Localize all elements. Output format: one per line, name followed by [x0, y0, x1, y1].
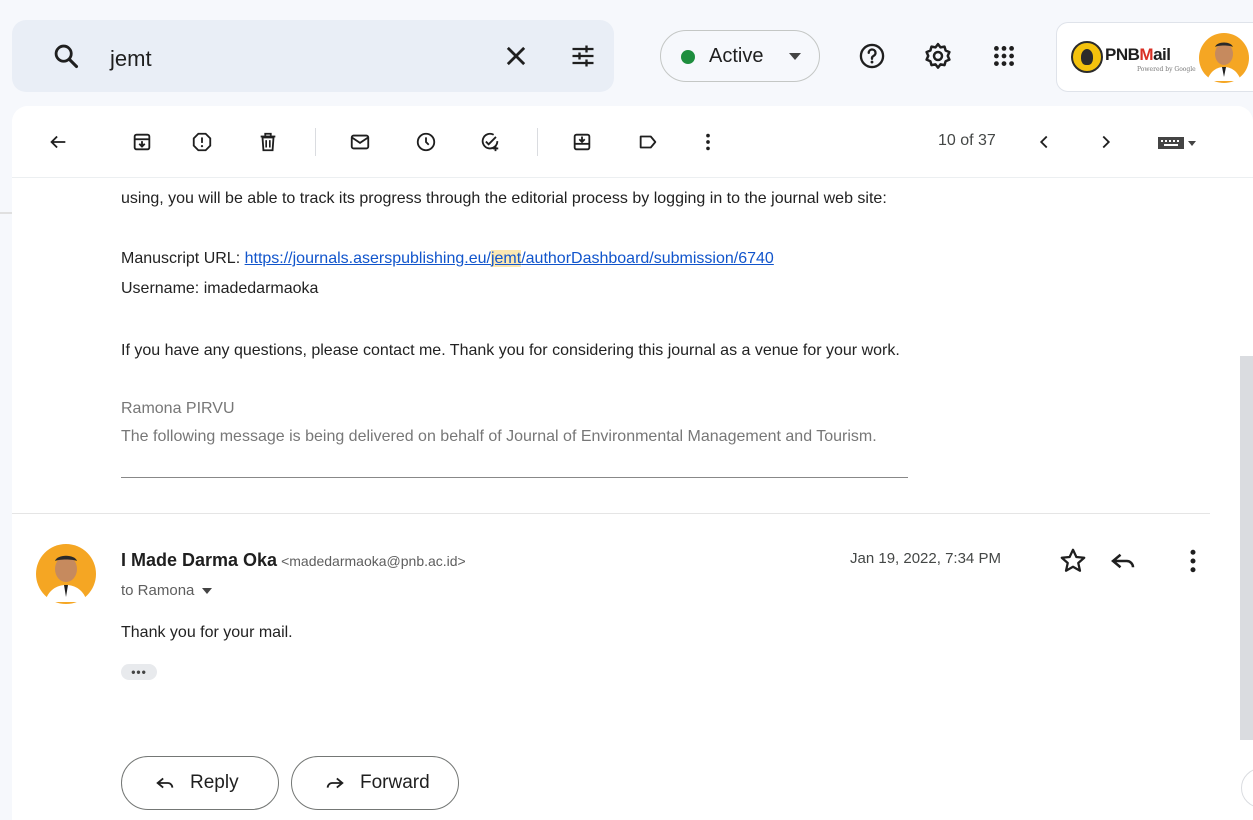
mail-icon	[350, 134, 370, 150]
apps-icon	[994, 46, 1014, 66]
chevron-down-icon	[202, 588, 213, 595]
message-date: Jan 19, 2022, 7:34 PM	[850, 550, 1001, 567]
conversation-view: using, you will be able to track its pro…	[12, 178, 1253, 820]
status-dropdown[interactable]: Active	[660, 30, 820, 82]
newer-button[interactable]	[1028, 126, 1060, 158]
search-input[interactable]: jemt	[110, 46, 152, 72]
search-icon[interactable]	[52, 42, 80, 70]
clock-icon	[416, 132, 436, 152]
help-button[interactable]	[852, 36, 892, 76]
reply-icon	[156, 777, 174, 789]
input-tools-button[interactable]	[1152, 126, 1202, 158]
reply-body: Thank you for your mail.	[121, 624, 293, 641]
reply-button[interactable]: Reply	[121, 756, 279, 810]
settings-icon	[925, 42, 951, 69]
username-line: Username: imadedarmaoka	[121, 280, 319, 297]
arrow-left-icon	[50, 135, 66, 149]
message-panel: 10 of 37 using, you will be able to trac…	[12, 106, 1253, 820]
sender-name: I Made Darma Oka <madedarmaoka@pnb.ac.id>	[121, 550, 466, 570]
forward-button-label: Forward	[360, 772, 430, 793]
star-icon[interactable]	[1058, 546, 1088, 576]
status-dot	[681, 50, 695, 64]
reply-button-label: Reply	[190, 772, 239, 793]
signature-name: Ramona PIRVU	[121, 400, 235, 417]
more-options-button[interactable]	[692, 126, 724, 158]
close-icon[interactable]	[502, 42, 530, 70]
keyboard-icon	[1158, 137, 1196, 149]
report-icon	[192, 132, 212, 152]
archive-icon	[133, 133, 151, 151]
apps-button[interactable]	[984, 36, 1024, 76]
report-spam-button[interactable]	[186, 126, 218, 158]
more-vert-icon[interactable]	[1178, 546, 1208, 576]
chevron-right-icon	[1102, 135, 1111, 149]
questions-line: If you have any questions, please contac…	[121, 342, 900, 359]
sender-email: <madedarmaoka@pnb.ac.id>	[281, 553, 466, 569]
trash-icon	[260, 132, 276, 152]
signature-divider	[121, 477, 908, 478]
top-bar: jemt Active PNBMail Powered by Google	[0, 0, 1253, 104]
delete-button[interactable]	[252, 126, 284, 158]
message-line: using, you will be able to track its pro…	[121, 190, 887, 207]
forward-button[interactable]: Forward	[291, 756, 459, 810]
show-trimmed-content-button[interactable]: •••	[121, 664, 157, 680]
help-icon	[859, 43, 885, 69]
powered-by-text: Powered by Google	[1137, 66, 1196, 73]
brand-wordmark: PNBMail	[1105, 45, 1171, 64]
account-area[interactable]: PNBMail Powered by Google	[1056, 22, 1253, 92]
move-to-inbox-icon	[573, 133, 591, 151]
logo-emblem-icon	[1071, 41, 1103, 73]
avatar[interactable]	[1199, 33, 1249, 83]
label-icon	[639, 135, 657, 149]
toolbar-divider	[315, 128, 316, 156]
pnb-mail-logo: PNBMail Powered by Google	[1071, 39, 1201, 75]
tune-icon[interactable]	[568, 42, 598, 70]
forward-icon	[326, 777, 344, 789]
archive-button[interactable]	[126, 126, 158, 158]
manuscript-url-line: Manuscript URL: https://journals.aserspu…	[121, 250, 774, 267]
reply-icon[interactable]	[1108, 546, 1138, 576]
mark-unread-button[interactable]	[344, 126, 376, 158]
toolbar-divider	[537, 128, 538, 156]
search-bar[interactable]: jemt	[12, 20, 614, 92]
snooze-button[interactable]	[410, 126, 442, 158]
message-divider	[12, 513, 1210, 514]
chevron-left-icon	[1039, 135, 1048, 149]
pagination-count: 10 of 37	[938, 132, 996, 149]
recipient-dropdown[interactable]: to Ramona	[121, 582, 213, 599]
side-edge	[0, 212, 12, 214]
older-button[interactable]	[1090, 126, 1122, 158]
move-to-button[interactable]	[566, 126, 598, 158]
signature-note: The following message is being delivered…	[121, 428, 877, 445]
label-button[interactable]	[632, 126, 664, 158]
manuscript-link[interactable]: https://journals.aserspublishing.eu/jemt…	[245, 250, 774, 267]
settings-button[interactable]	[918, 36, 958, 76]
message-toolbar: 10 of 37	[12, 106, 1253, 178]
more-vert-icon	[706, 133, 710, 151]
add-task-button[interactable]	[474, 126, 506, 158]
sender-avatar[interactable]	[36, 544, 96, 604]
chevron-down-icon	[789, 53, 801, 60]
add-task-icon	[481, 132, 499, 152]
scrollbar[interactable]	[1240, 356, 1253, 740]
status-label: Active	[709, 45, 764, 67]
back-button[interactable]	[42, 126, 74, 158]
